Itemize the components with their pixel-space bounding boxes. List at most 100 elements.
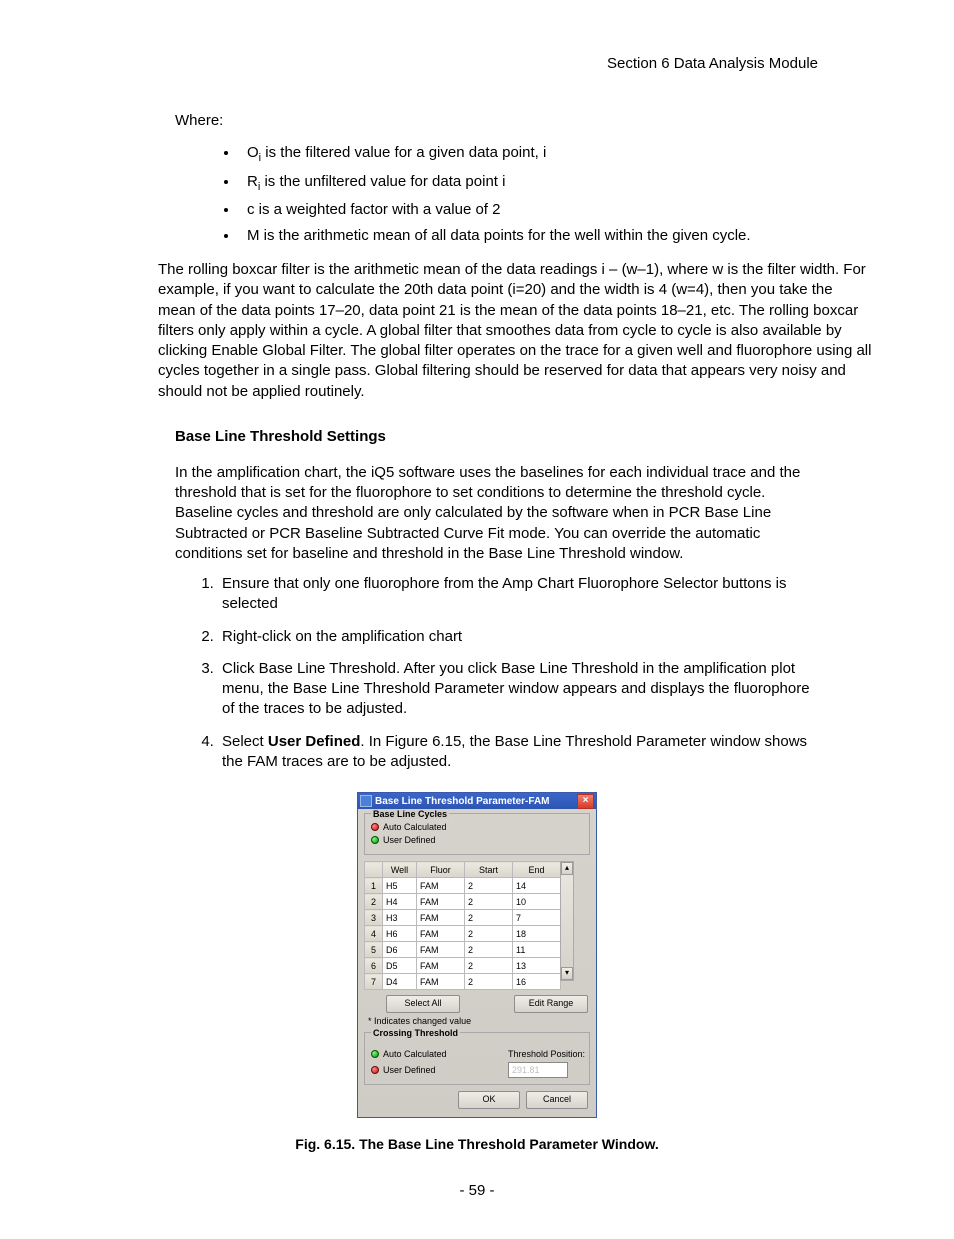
dialog-button-row: OK Cancel [364, 1091, 588, 1109]
cell-fluor[interactable]: FAM [417, 974, 465, 990]
dialog-title: Base Line Threshold Parameter-FAM [375, 796, 577, 807]
cell-fluor[interactable]: FAM [417, 926, 465, 942]
radio-auto-label: Auto Calculated [383, 822, 447, 832]
cancel-button[interactable]: Cancel [526, 1091, 588, 1109]
page-number: - 59 - [40, 1182, 914, 1199]
cell-start[interactable]: 2 [465, 942, 513, 958]
cell-fluor[interactable]: FAM [417, 878, 465, 894]
scroll-up-icon[interactable]: ▴ [561, 862, 573, 875]
radio-auto-calculated[interactable]: Auto Calculated [371, 822, 585, 832]
grid-scrollbar[interactable]: ▴ ▾ [560, 861, 574, 981]
close-icon[interactable]: × [577, 794, 594, 809]
paragraph-baseline: In the amplification chart, the iQ5 soft… [175, 463, 818, 564]
cell-well[interactable]: D6 [383, 942, 417, 958]
dialog-titlebar[interactable]: Base Line Threshold Parameter-FAM × [358, 793, 596, 809]
cell-well[interactable]: H6 [383, 926, 417, 942]
select-all-button[interactable]: Select All [386, 995, 460, 1013]
cell-start[interactable]: 2 [465, 878, 513, 894]
cell-end[interactable]: 14 [513, 878, 561, 894]
cell-start[interactable]: 2 [465, 910, 513, 926]
table-row[interactable]: 6 D5 FAM 2 13 [365, 958, 561, 974]
cell-end[interactable]: 16 [513, 974, 561, 990]
app-icon [360, 795, 372, 807]
definition-m: M is the arithmetic mean of all data poi… [239, 224, 818, 248]
definition-o-text: is the filtered value for a given data p… [265, 144, 546, 161]
cell-end[interactable]: 10 [513, 894, 561, 910]
dialog-body: Base Line Cycles Auto Calculated User De… [358, 809, 596, 1117]
baseline-cycles-legend: Base Line Cycles [371, 809, 449, 819]
baseline-threshold-dialog: Base Line Threshold Parameter-FAM × Base… [357, 792, 597, 1118]
baseline-cycles-group: Base Line Cycles Auto Calculated User De… [364, 813, 590, 855]
running-header: Section 6 Data Analysis Module [40, 55, 818, 72]
table-row[interactable]: 4 H6 FAM 2 18 [365, 926, 561, 942]
scroll-down-icon[interactable]: ▾ [561, 967, 573, 980]
cell-rownum: 7 [365, 974, 383, 990]
col-start[interactable]: Start [465, 862, 513, 878]
definition-r-text: is the unfiltered value for data point i [264, 173, 505, 190]
cell-well[interactable]: D5 [383, 958, 417, 974]
cell-fluor[interactable]: FAM [417, 910, 465, 926]
crossing-threshold-group: Crossing Threshold Auto Calculated User … [364, 1032, 590, 1085]
edit-range-button[interactable]: Edit Range [514, 995, 588, 1013]
definition-r: Ri is the unfiltered value for data poin… [239, 170, 818, 197]
threshold-position-input[interactable] [508, 1062, 568, 1078]
cell-start[interactable]: 2 [465, 926, 513, 942]
table-row[interactable]: 3 H3 FAM 2 7 [365, 910, 561, 926]
cell-rownum: 5 [365, 942, 383, 958]
ok-button[interactable]: OK [458, 1091, 520, 1109]
col-rownum [365, 862, 383, 878]
cell-rownum: 3 [365, 910, 383, 926]
grid-button-row: Select All Edit Range [386, 995, 588, 1013]
cell-end[interactable]: 11 [513, 942, 561, 958]
definition-o: Oi is the filtered value for a given dat… [239, 141, 818, 168]
radio-user-label: User Defined [383, 835, 436, 845]
col-end[interactable]: End [513, 862, 561, 878]
cell-fluor[interactable]: FAM [417, 942, 465, 958]
table-row[interactable]: 5 D6 FAM 2 11 [365, 942, 561, 958]
cell-start[interactable]: 2 [465, 958, 513, 974]
cell-well[interactable]: D4 [383, 974, 417, 990]
table-row[interactable]: 7 D4 FAM 2 16 [365, 974, 561, 990]
where-label: Where: [175, 112, 914, 129]
cell-well[interactable]: H4 [383, 894, 417, 910]
step-4-bold: User Defined [268, 733, 361, 750]
threshold-auto-label: Auto Calculated [383, 1049, 447, 1059]
cell-end[interactable]: 18 [513, 926, 561, 942]
data-grid[interactable]: Well Fluor Start End 1 H5 FAM 2 14 [364, 861, 561, 990]
figure-caption: Fig. 6.15. The Base Line Threshold Param… [40, 1136, 914, 1152]
cell-fluor[interactable]: FAM [417, 894, 465, 910]
radio-user-defined[interactable]: User Defined [371, 835, 585, 845]
table-row[interactable]: 2 H4 FAM 2 10 [365, 894, 561, 910]
step-4: Select User Defined. In Figure 6.15, the… [218, 732, 818, 773]
threshold-radio-auto[interactable]: Auto Calculated [371, 1049, 447, 1059]
page: Section 6 Data Analysis Module Where: Oi… [0, 0, 954, 1239]
col-well[interactable]: Well [383, 862, 417, 878]
table-row[interactable]: 1 H5 FAM 2 14 [365, 878, 561, 894]
definitions-list: Oi is the filtered value for a given dat… [215, 141, 818, 248]
cell-start[interactable]: 2 [465, 974, 513, 990]
step-3: Click Base Line Threshold. After you cli… [218, 659, 818, 720]
cell-well[interactable]: H3 [383, 910, 417, 926]
threshold-position-label: Threshold Position: [508, 1049, 585, 1059]
paragraph-filter: The rolling boxcar filter is the arithme… [158, 260, 874, 402]
cell-start[interactable]: 2 [465, 894, 513, 910]
subscript-i: i [259, 152, 261, 164]
radio-icon [371, 823, 379, 831]
col-fluor[interactable]: Fluor [417, 862, 465, 878]
step-1: Ensure that only one fluorophore from th… [218, 574, 818, 615]
cell-fluor[interactable]: FAM [417, 958, 465, 974]
cell-rownum: 4 [365, 926, 383, 942]
cell-rownum: 1 [365, 878, 383, 894]
threshold-user-label: User Defined [383, 1065, 436, 1075]
paragraph-filter-text: The rolling boxcar filter is the arithme… [158, 260, 874, 402]
cell-end[interactable]: 7 [513, 910, 561, 926]
threshold-radio-user[interactable]: User Defined [371, 1065, 447, 1075]
data-grid-wrap: Well Fluor Start End 1 H5 FAM 2 14 [364, 861, 590, 990]
cell-well[interactable]: H5 [383, 878, 417, 894]
crossing-threshold-legend: Crossing Threshold [371, 1028, 460, 1038]
subscript-i: i [258, 181, 260, 193]
cell-end[interactable]: 13 [513, 958, 561, 974]
radio-icon [371, 836, 379, 844]
step-2: Right-click on the amplification chart [218, 627, 818, 647]
step-4-pre: Select [222, 733, 268, 750]
